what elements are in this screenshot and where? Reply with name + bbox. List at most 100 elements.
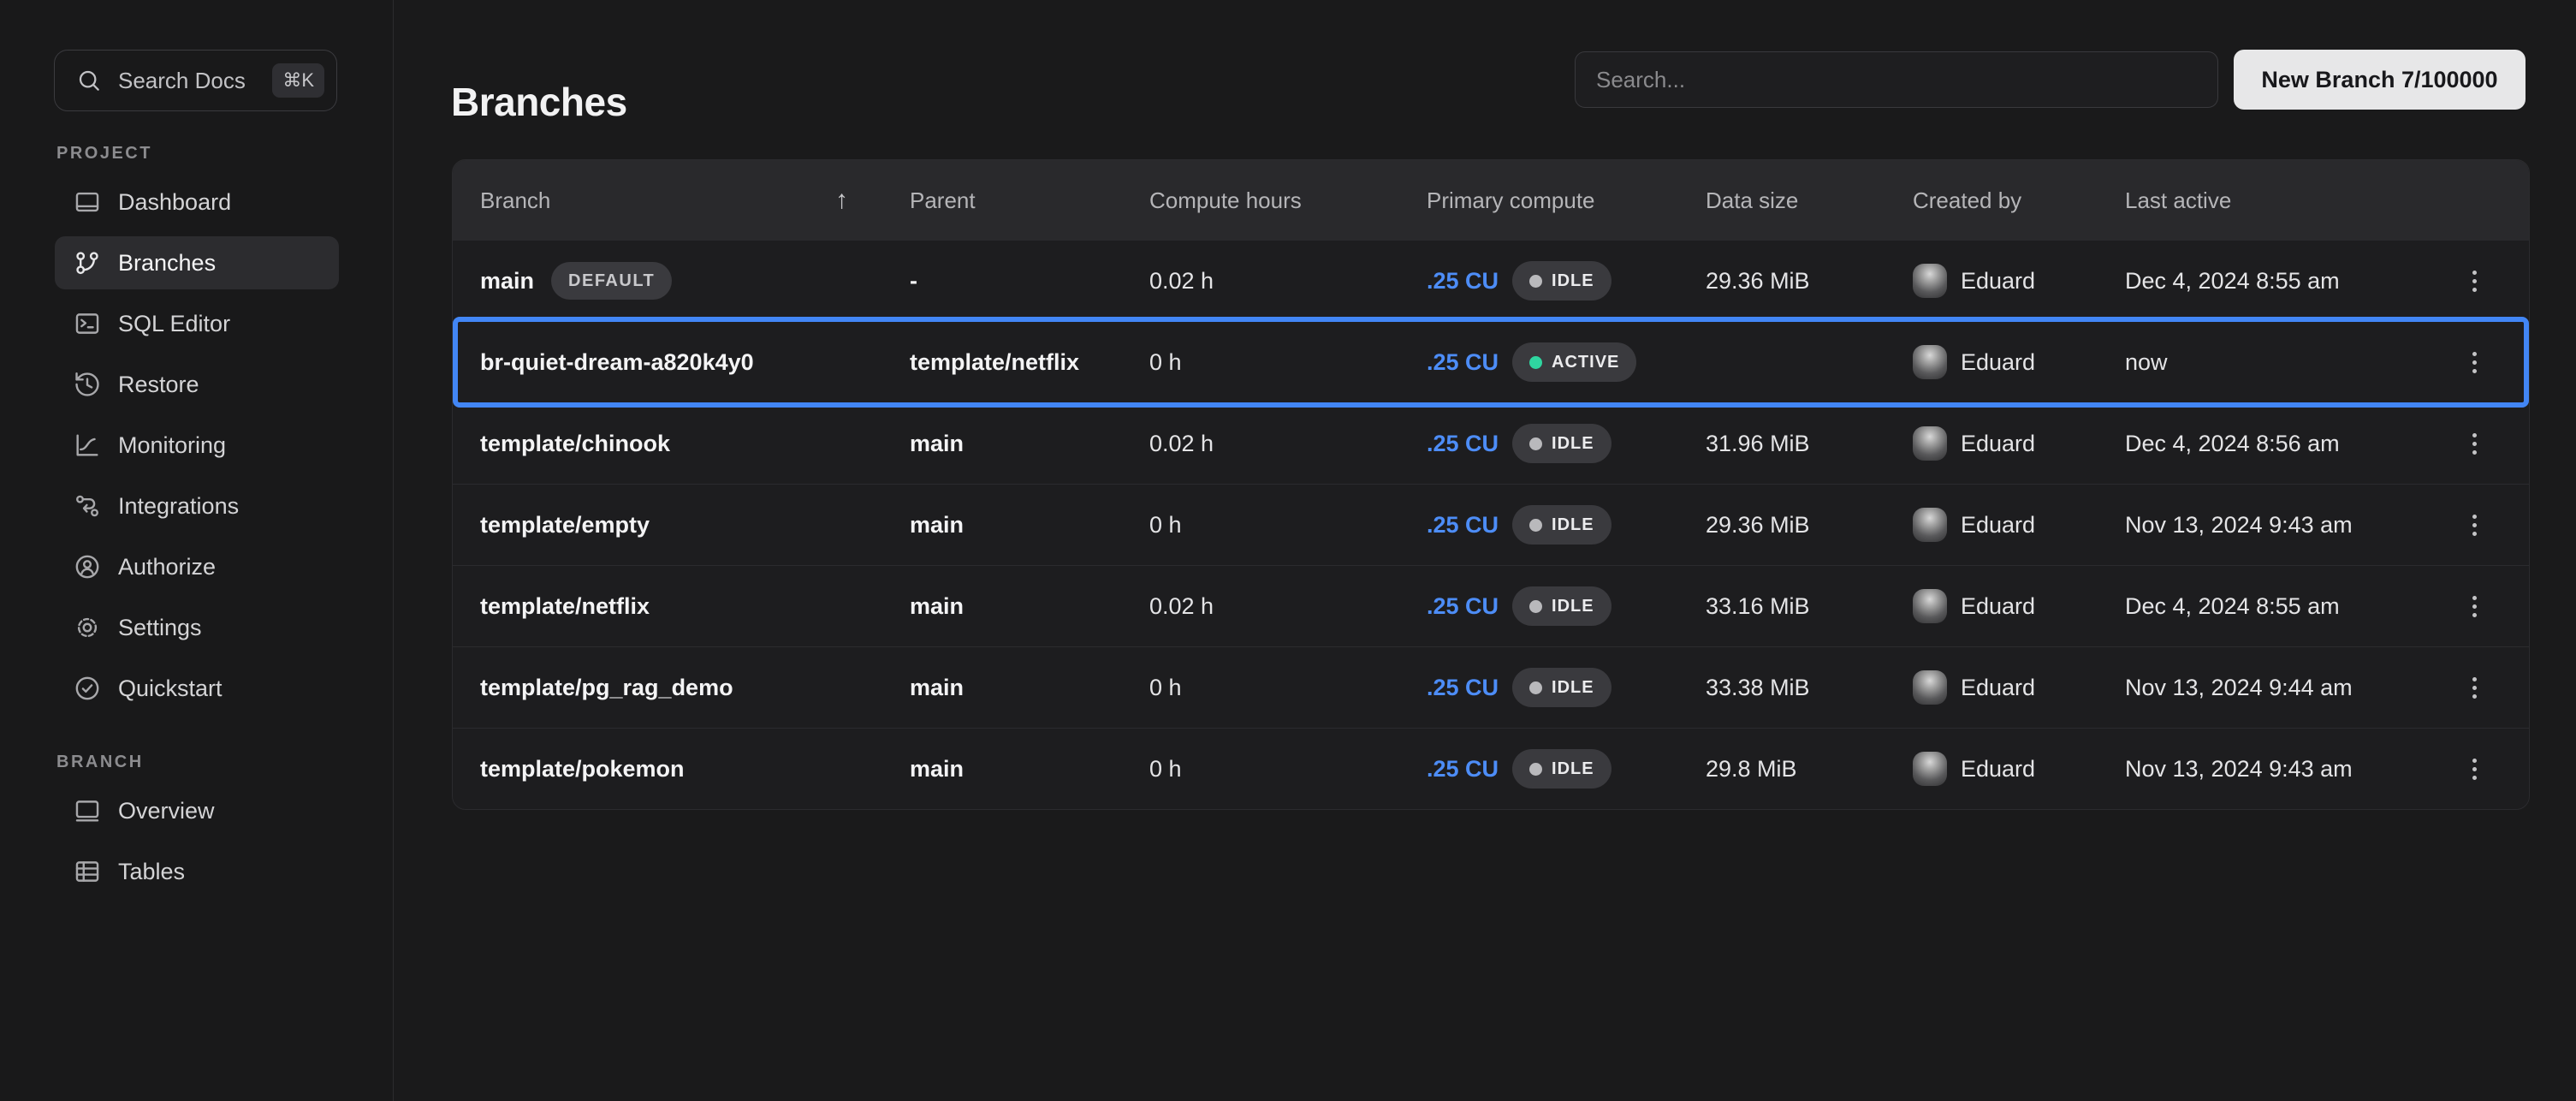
sidebar-item-quickstart[interactable]: Quickstart — [55, 662, 339, 715]
sidebar-section-label: BRANCH — [56, 753, 393, 772]
column-header-compute-hours[interactable]: Compute hours — [1149, 187, 1427, 214]
data-size: 33.16 MiB — [1706, 593, 1913, 620]
parent-branch: main — [910, 756, 964, 783]
sidebar-item-settings[interactable]: Settings — [55, 601, 339, 654]
sidebar-item-restore[interactable]: Restore — [55, 358, 339, 411]
sidebar-item-integrations[interactable]: Integrations — [55, 479, 339, 533]
parent-branch: main — [910, 431, 964, 457]
compute-units-link[interactable]: .25 CU — [1427, 431, 1499, 457]
column-header-label: Data size — [1706, 187, 1798, 214]
column-header-primary-compute[interactable]: Primary compute — [1427, 187, 1706, 214]
table-row[interactable]: template/pokemonmain0 h.25 CUIDLE29.8 Mi… — [453, 728, 2529, 809]
sort-arrow-icon[interactable]: ↑ — [835, 186, 848, 215]
default-badge: DEFAULT — [551, 262, 672, 300]
sidebar-item-authorize[interactable]: Authorize — [55, 540, 339, 593]
overview-icon — [73, 796, 102, 825]
sidebar-item-label: Integrations — [118, 493, 239, 520]
table-row[interactable]: template/emptymain0 h.25 CUIDLE29.36 MiB… — [453, 484, 2529, 565]
column-header-parent[interactable]: Parent — [910, 187, 1149, 214]
data-size: 29.36 MiB — [1706, 512, 1913, 539]
status-label: IDLE — [1552, 434, 1594, 454]
column-header-created-by[interactable]: Created by — [1913, 187, 2125, 214]
compute-status-badge: IDLE — [1512, 668, 1611, 707]
table-row[interactable]: mainDEFAULT-0.02 h.25 CUIDLE29.36 MiBEdu… — [453, 241, 2529, 321]
column-header-data-size[interactable]: Data size — [1706, 187, 1913, 214]
restore-icon — [73, 370, 102, 399]
branch-name: template/pokemon — [480, 756, 685, 783]
kebab-menu-button[interactable] — [2454, 260, 2495, 301]
sidebar-item-overview[interactable]: Overview — [55, 784, 339, 837]
created-by-name: Eduard — [1961, 756, 2035, 783]
keyboard-shortcut-badge: ⌘K — [272, 63, 324, 98]
created-by-name: Eduard — [1961, 593, 2035, 620]
kebab-menu-button[interactable] — [2454, 748, 2495, 789]
kebab-menu-button[interactable] — [2454, 423, 2495, 464]
created-by-name: Eduard — [1961, 268, 2035, 295]
last-active: Nov 13, 2024 9:43 am — [2125, 512, 2419, 539]
sidebar-item-dashboard[interactable]: Dashboard — [55, 176, 339, 229]
compute-units-link[interactable]: .25 CU — [1427, 512, 1499, 539]
data-size: 33.38 MiB — [1706, 675, 1913, 701]
column-header-branch[interactable]: Branch↑ — [453, 186, 910, 215]
new-branch-button[interactable]: New Branch 7/100000 — [2234, 50, 2526, 110]
kebab-menu-button[interactable] — [2454, 667, 2495, 708]
sidebar-item-tables[interactable]: Tables — [55, 845, 339, 898]
last-active: Nov 13, 2024 9:43 am — [2125, 756, 2419, 783]
table-row[interactable]: br-quiet-dream-a820k4y0template/netflix0… — [453, 321, 2529, 402]
compute-units-link[interactable]: .25 CU — [1427, 349, 1499, 376]
avatar — [1913, 670, 1947, 705]
compute-units-link[interactable]: .25 CU — [1427, 593, 1499, 620]
column-header-label: Last active — [2125, 187, 2231, 214]
column-header-label: Created by — [1913, 187, 2021, 214]
kebab-menu-button[interactable] — [2454, 504, 2495, 545]
kebab-menu-button[interactable] — [2454, 586, 2495, 627]
compute-units-link[interactable]: .25 CU — [1427, 756, 1499, 783]
sidebar-item-monitoring[interactable]: Monitoring — [55, 419, 339, 472]
sidebar-item-sql-editor[interactable]: SQL Editor — [55, 297, 339, 350]
sql-editor-icon — [73, 309, 102, 338]
data-size: 29.8 MiB — [1706, 756, 1913, 783]
table-row[interactable]: template/chinookmain0.02 h.25 CUIDLE31.9… — [453, 402, 2529, 484]
compute-units-link[interactable]: .25 CU — [1427, 675, 1499, 701]
last-active: now — [2125, 349, 2419, 376]
status-label: IDLE — [1552, 597, 1594, 616]
monitoring-icon — [73, 431, 102, 460]
branches-icon — [73, 248, 102, 277]
search-docs-button[interactable]: Search Docs ⌘K — [54, 50, 337, 111]
sidebar-item-label: Overview — [118, 798, 215, 824]
branch-name: template/pg_rag_demo — [480, 675, 733, 701]
created-by-name: Eduard — [1961, 349, 2035, 376]
sidebar-section-label: PROJECT — [56, 144, 393, 164]
branch-name: br-quiet-dream-a820k4y0 — [480, 349, 754, 376]
created-by-name: Eduard — [1961, 512, 2035, 539]
search-icon — [75, 67, 103, 94]
parent-branch: main — [910, 512, 964, 539]
sidebar-item-label: Branches — [118, 250, 216, 277]
status-dot-icon — [1529, 275, 1542, 288]
settings-icon — [73, 613, 102, 642]
sidebar-nav: PROJECT Dashboard Branches SQL Editor Restor… — [0, 144, 393, 936]
page-title: Branches — [451, 79, 627, 125]
branch-name: template/netflix — [480, 593, 650, 620]
compute-units-link[interactable]: .25 CU — [1427, 268, 1499, 295]
kebab-menu-button[interactable] — [2454, 342, 2495, 383]
status-dot-icon — [1529, 763, 1542, 776]
compute-status-badge: IDLE — [1512, 505, 1611, 545]
search-docs-label: Search Docs — [118, 68, 246, 94]
sidebar-section: PROJECT Dashboard Branches SQL Editor Restor… — [0, 144, 393, 715]
sidebar-item-label: SQL Editor — [118, 311, 230, 337]
column-header-last-active[interactable]: Last active — [2125, 187, 2419, 214]
search-input[interactable] — [1575, 51, 2218, 108]
sidebar-item-label: Quickstart — [118, 675, 223, 702]
status-label: IDLE — [1552, 759, 1594, 779]
status-dot-icon — [1529, 356, 1542, 369]
tables-icon — [73, 857, 102, 886]
sidebar-section: BRANCH Overview Tables — [0, 753, 393, 898]
sidebar: Search Docs ⌘K PROJECT Dashboard Branches S… — [0, 0, 394, 1101]
avatar — [1913, 345, 1947, 379]
table-row[interactable]: template/pg_rag_demomain0 h.25 CUIDLE33.… — [453, 646, 2529, 728]
status-dot-icon — [1529, 437, 1542, 450]
table-row[interactable]: template/netflixmain0.02 h.25 CUIDLE33.1… — [453, 565, 2529, 646]
sidebar-item-branches[interactable]: Branches — [55, 236, 339, 289]
column-header-label: Compute hours — [1149, 187, 1302, 214]
